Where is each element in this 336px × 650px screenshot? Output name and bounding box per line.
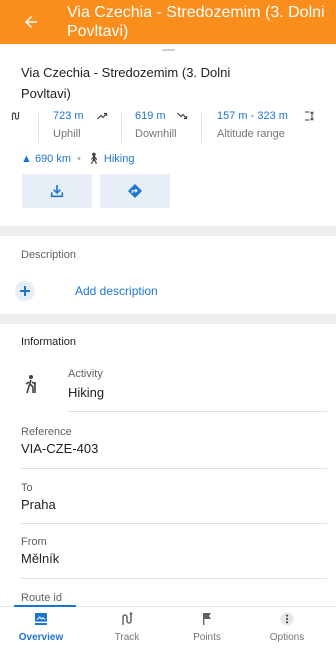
add-description-button[interactable]: Add description [14, 280, 214, 302]
from-value: Mělník [21, 551, 60, 566]
altitude-label: Altitude range [217, 128, 285, 140]
uphill-value: 723 m [53, 110, 84, 122]
flag-icon [203, 613, 211, 625]
plus-circle-icon [14, 280, 36, 302]
stat-divider [201, 113, 202, 143]
arrow-left-icon[interactable] [22, 13, 40, 31]
directions-button[interactable] [100, 174, 170, 208]
nav-track[interactable]: Track [92, 609, 162, 649]
bottom-navigation: Overview Track Points Options [0, 605, 336, 650]
sheet-handle[interactable] [162, 49, 175, 51]
row-divider [21, 578, 327, 579]
altitude-value: 157 m - 323 m [217, 110, 288, 122]
distance-value: ▲ 690 km [21, 153, 72, 165]
activity-info-value: Hiking [68, 385, 105, 400]
route-meta: ▲ 690 km • 🚶︎ Hiking [21, 152, 134, 166]
track-icon [122, 612, 133, 625]
download-icon [50, 185, 64, 198]
to-value: Praha [21, 497, 56, 512]
nav-points[interactable]: Points [172, 609, 242, 649]
more-vert-icon [280, 612, 294, 626]
stat-divider [38, 113, 39, 143]
route-id-label: Route id [21, 592, 62, 604]
add-description-label: Add description [75, 284, 158, 298]
activity-label: Activity [68, 368, 103, 380]
nav-points-label: Points [193, 632, 221, 643]
reference-value: VIA-CZE-403 [21, 441, 99, 456]
route-icon [11, 112, 20, 120]
nav-track-label: Track [114, 632, 140, 643]
section-divider [0, 226, 336, 236]
trend-up-icon [97, 112, 108, 120]
meta-separator: • [77, 153, 81, 165]
uphill-label: Uphill [53, 128, 81, 140]
nav-overview[interactable]: Overview [6, 609, 76, 649]
hiker-icon: 🚶︎ [86, 153, 101, 165]
information-header: Information [21, 336, 77, 348]
downhill-value: 619 m [135, 110, 166, 122]
altitude-range-icon [305, 111, 314, 121]
downhill-label: Downhill [135, 128, 177, 140]
row-divider [21, 468, 327, 469]
trend-down-icon [177, 112, 188, 120]
route-name: Via Czechia - Stredozemim (3. Dolni Povl… [21, 65, 231, 101]
description-header: Description [21, 249, 77, 261]
row-divider [21, 523, 327, 524]
active-tab-indicator [14, 605, 76, 607]
nav-options[interactable]: Options [252, 609, 322, 649]
section-divider [0, 314, 336, 324]
from-label: From [21, 536, 47, 548]
app-bar-title: Via Czechia - Stredozemim (3. Dolni Povl… [67, 4, 325, 40]
row-divider [68, 411, 327, 412]
to-label: To [21, 482, 33, 494]
nav-overview-label: Overview [18, 632, 64, 643]
route-stats: 723 m Uphill 619 m Downhill 157 m - 323 … [0, 110, 336, 146]
reference-label: Reference [21, 426, 72, 438]
hiker-icon [25, 375, 36, 394]
download-button[interactable] [22, 174, 92, 208]
directions-icon [128, 184, 142, 198]
overview-icon [35, 613, 47, 625]
stat-divider [121, 113, 122, 143]
activity-value: Hiking [103, 153, 135, 165]
app-bar: Via Czechia - Stredozemim (3. Dolni Povl… [0, 0, 336, 44]
nav-options-label: Options [269, 632, 305, 643]
